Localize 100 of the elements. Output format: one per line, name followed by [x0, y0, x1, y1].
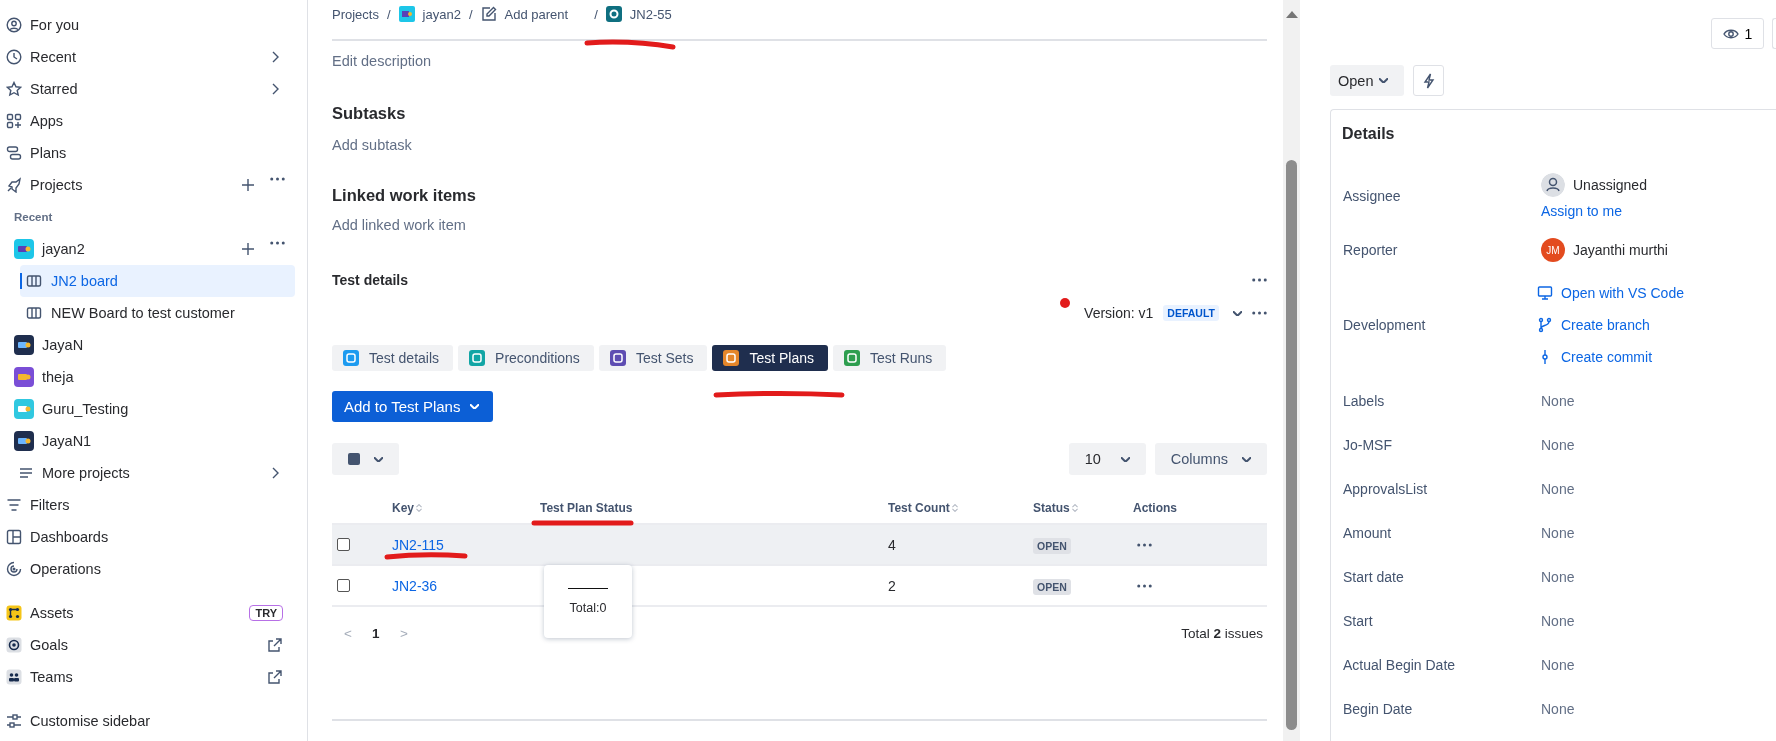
tab-icon: [844, 350, 861, 366]
try-badge: TRY: [249, 605, 283, 621]
teams-icon: [6, 669, 22, 685]
status-dropdown[interactable]: Open: [1330, 65, 1404, 96]
add-subtask-field[interactable]: Add subtask: [332, 133, 1267, 157]
add-to-test-plans-button[interactable]: Add to Test Plans: [332, 391, 494, 422]
column-header[interactable]: Status: [1033, 501, 1078, 515]
breadcrumb-link[interactable]: jayan2: [422, 6, 461, 22]
more-icon[interactable]: [1252, 311, 1267, 315]
field-value[interactable]: None: [1541, 569, 1575, 585]
field-label: Reporter: [1342, 242, 1399, 258]
columns-dropdown[interactable]: Columns: [1154, 443, 1267, 475]
dashboard-icon: [6, 529, 22, 545]
sidebar-item[interactable]: Assets TRY: [0, 597, 307, 629]
sidebar-item[interactable]: Guru_Testing: [0, 393, 307, 425]
scrollbar[interactable]: [1283, 0, 1300, 741]
breadcrumb-link[interactable]: Add parent: [504, 6, 569, 22]
sidebar-item[interactable]: More projects: [0, 457, 307, 489]
field-value[interactable]: None: [1541, 525, 1575, 541]
tab[interactable]: Test details: [332, 345, 454, 371]
total-issues: Total 2 issues: [1181, 625, 1263, 641]
branch-icon: [1537, 317, 1553, 333]
project-avatar-icon: [14, 335, 34, 355]
project-avatar-icon: [398, 6, 415, 22]
sidebar-item[interactable]: JayaN: [0, 329, 307, 361]
sidebar-item[interactable]: Plans: [0, 137, 307, 169]
development-link[interactable]: Open with VS Code: [1537, 280, 1684, 306]
star-icon: [6, 81, 22, 97]
tab[interactable]: Test Runs: [833, 345, 947, 371]
scroll-up-icon[interactable]: [1285, 10, 1298, 18]
more-icon[interactable]: [1252, 278, 1267, 282]
field-value[interactable]: None: [1541, 701, 1575, 717]
automation-button[interactable]: [1413, 65, 1444, 96]
field-label: ApprovalsList: [1342, 481, 1429, 497]
development-link[interactable]: Create commit: [1537, 344, 1684, 370]
bulk-select-dropdown[interactable]: [332, 443, 399, 475]
field-label: Development: [1342, 317, 1427, 333]
breadcrumb-link[interactable]: Projects: [332, 6, 379, 22]
sidebar-item[interactable]: Teams: [0, 661, 307, 693]
sidebar-item[interactable]: theja: [0, 361, 307, 393]
section-heading: Subtasks: [332, 103, 407, 124]
breadcrumb-separator: /: [468, 6, 473, 22]
issue-key-link[interactable]: JN2-115: [392, 536, 444, 553]
breadcrumb-separator: /: [594, 6, 598, 22]
row-checkbox[interactable]: [337, 538, 350, 551]
sidebar-item[interactable]: JayaN1: [0, 425, 307, 457]
more-icon[interactable]: [270, 241, 285, 245]
row-checkbox[interactable]: [337, 579, 350, 592]
more-icon[interactable]: [1137, 542, 1152, 547]
field-value[interactable]: None: [1541, 393, 1575, 409]
sidebar-item[interactable]: Apps: [0, 105, 307, 137]
chevron-down-icon: [1379, 78, 1389, 83]
tab[interactable]: Preconditions: [458, 345, 594, 371]
sidebar-item[interactable]: Goals: [0, 629, 307, 661]
project-avatar-icon: [14, 399, 34, 419]
sidebar-item[interactable]: Dashboards: [0, 521, 307, 553]
page-button[interactable]: 1: [372, 625, 400, 641]
column-header[interactable]: Key: [392, 501, 422, 515]
column-header[interactable]: Test Count: [888, 501, 958, 515]
field-value[interactable]: None: [1541, 437, 1575, 453]
tab[interactable]: Test Sets: [598, 345, 708, 371]
assign-to-me-link[interactable]: Assign to me: [1541, 203, 1647, 219]
sidebar-item[interactable]: jayan2: [0, 233, 307, 265]
sidebar-item[interactable]: Projects: [0, 169, 307, 201]
rocket-icon: [6, 177, 22, 193]
sidebar-item[interactable]: For you: [0, 9, 307, 41]
board-item[interactable]: JN2 board: [20, 265, 295, 297]
sidebar-item[interactable]: Starred: [0, 73, 307, 105]
field-label: Amount: [1342, 525, 1393, 541]
edit-icon: [480, 6, 497, 22]
dot-mark: [1060, 298, 1070, 308]
field-value[interactable]: None: [1541, 657, 1575, 673]
status-lozenge: OPEN: [1033, 578, 1071, 595]
development-link[interactable]: Create branch: [1537, 312, 1684, 338]
breadcrumb-link[interactable]: JN2-55: [629, 6, 672, 22]
more-icon[interactable]: [1137, 583, 1152, 588]
watchers-button[interactable]: 1: [1711, 18, 1764, 49]
default-badge: DEFAULT: [1163, 305, 1219, 321]
person-name[interactable]: Unassigned: [1573, 177, 1647, 193]
add-linked-item-field[interactable]: Add linked work item: [332, 213, 1267, 237]
description-field[interactable]: Edit description: [332, 49, 1267, 73]
table-cell: 4: [888, 536, 896, 553]
tab[interactable]: Test Plans: [712, 345, 829, 371]
sidebar-item[interactable]: Recent: [0, 41, 307, 73]
chevron-down-icon: [1120, 456, 1130, 462]
sidebar-item[interactable]: Filters: [0, 489, 307, 521]
issue-key-link[interactable]: JN2-36: [392, 577, 438, 594]
sidebar-item[interactable]: Customise sidebar: [0, 705, 307, 737]
more-icon[interactable]: [270, 177, 285, 181]
avatar-icon: [1541, 173, 1565, 197]
person-name[interactable]: Jayanthi murthi: [1573, 242, 1668, 258]
table-row[interactable]: JN2-115 4 OPEN: [332, 525, 1267, 566]
field-value[interactable]: None: [1541, 613, 1575, 629]
plans-icon: [6, 145, 22, 161]
board-item[interactable]: NEW Board to test customer: [20, 297, 295, 329]
sidebar-item[interactable]: Operations: [0, 553, 307, 585]
page-size-dropdown[interactable]: 10: [1068, 443, 1146, 475]
tab-icon: [343, 350, 359, 366]
scrollbar-thumb[interactable]: [1286, 160, 1297, 730]
field-value[interactable]: None: [1541, 481, 1575, 497]
